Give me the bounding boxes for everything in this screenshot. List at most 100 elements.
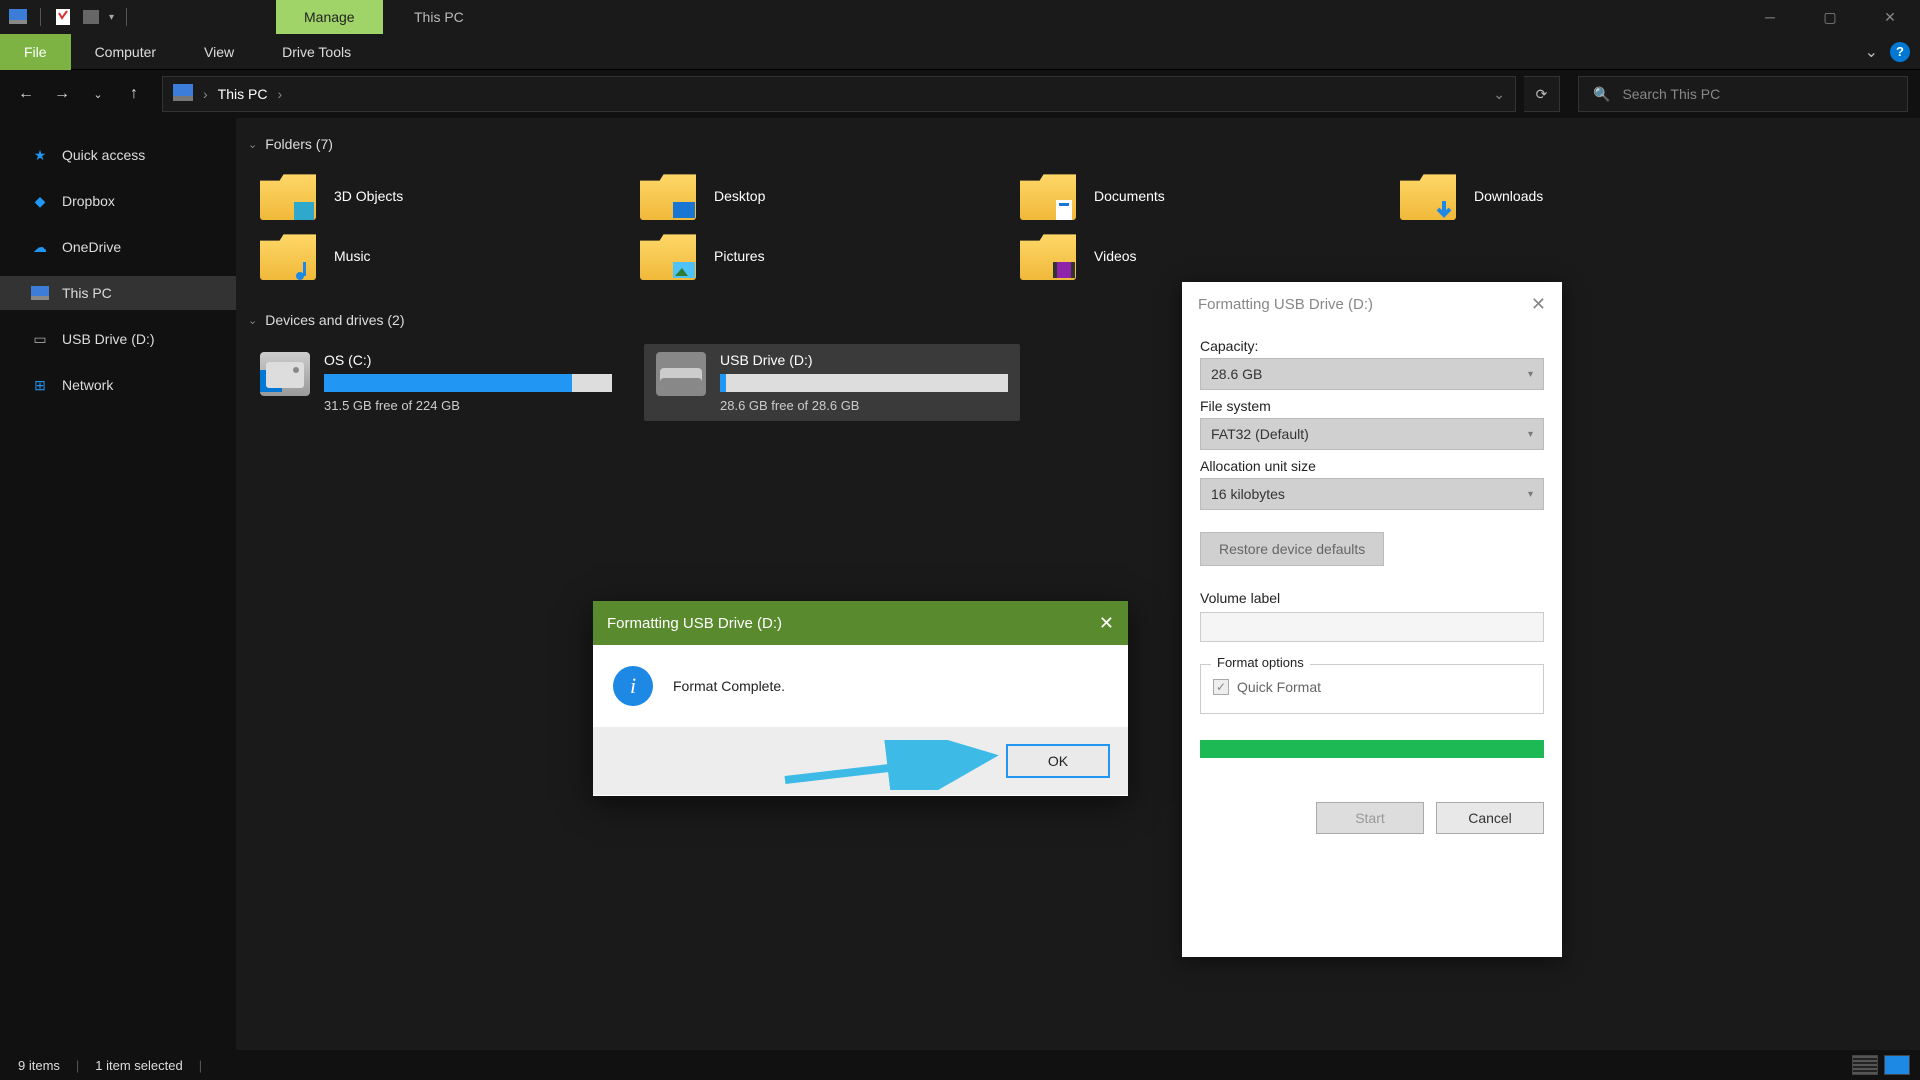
ribbon-tab-view[interactable]: View [180, 34, 258, 70]
quick-format-checkbox[interactable]: ✓Quick Format [1213, 679, 1531, 695]
minimize-button[interactable]: ─ [1740, 0, 1800, 34]
sidebar-item-usb-drive[interactable]: ▭USB Drive (D:) [0, 322, 236, 356]
filesystem-select[interactable]: FAT32 (Default)▾ [1200, 418, 1544, 450]
drive-free-text: 31.5 GB free of 224 GB [324, 398, 612, 413]
up-button[interactable]: ↑ [120, 80, 148, 108]
folder-label: Downloads [1474, 188, 1543, 204]
close-icon[interactable]: ✕ [1099, 613, 1114, 634]
folder-icon [640, 172, 696, 220]
msgbox-titlebar[interactable]: Formatting USB Drive (D:) ✕ [593, 601, 1128, 645]
star-icon: ★ [30, 146, 50, 164]
folder-documents[interactable]: Documents [1008, 166, 1388, 226]
new-folder-icon[interactable] [81, 7, 101, 27]
capacity-select[interactable]: 28.6 GB▾ [1200, 358, 1544, 390]
breadcrumb-separator: › [203, 86, 208, 102]
allocation-select[interactable]: 16 kilobytes▾ [1200, 478, 1544, 510]
address-bar[interactable]: › This PC › ⌄ [162, 76, 1516, 112]
folder-desktop[interactable]: Desktop [628, 166, 1008, 226]
search-input[interactable] [1622, 86, 1893, 102]
maximize-button[interactable]: ▢ [1800, 0, 1860, 34]
volume-label-input[interactable] [1200, 612, 1544, 642]
ribbon-tab-computer[interactable]: Computer [71, 34, 180, 70]
network-icon: ⊞ [30, 376, 50, 394]
this-pc-icon [173, 84, 193, 104]
drive-usage-bar [324, 374, 612, 392]
format-dialog-titlebar[interactable]: Formatting USB Drive (D:) ✕ [1182, 282, 1562, 326]
app-icon[interactable] [8, 7, 28, 27]
chevron-down-icon: ⌄ [248, 314, 257, 327]
drive-usb-d[interactable]: USB Drive (D:) 28.6 GB free of 28.6 GB [644, 344, 1020, 421]
manage-context-tab[interactable]: Manage [276, 0, 383, 34]
start-button[interactable]: Start [1316, 802, 1424, 834]
recent-dropdown-icon[interactable]: ⌄ [84, 80, 112, 108]
forward-button[interactable]: → [48, 80, 76, 108]
tiles-view-button[interactable] [1884, 1055, 1910, 1075]
refresh-button[interactable]: ⟳ [1524, 76, 1560, 112]
msgbox-message: Format Complete. [673, 678, 785, 694]
sidebar-item-label: Dropbox [62, 193, 115, 209]
folder-icon [260, 172, 316, 220]
close-button[interactable]: ✕ [1860, 0, 1920, 34]
dialog-title: Formatting USB Drive (D:) [1198, 296, 1373, 313]
ok-button[interactable]: OK [1006, 744, 1110, 778]
folder-label: Documents [1094, 188, 1165, 204]
sidebar-item-quick-access[interactable]: ★ Quick access [0, 138, 236, 172]
select-value: 28.6 GB [1211, 366, 1262, 382]
ribbon-tab-drive-tools[interactable]: Drive Tools [258, 34, 375, 70]
sidebar-item-label: Network [62, 377, 113, 393]
sidebar-item-this-pc[interactable]: This PC [0, 276, 236, 310]
folder-music[interactable]: Music [248, 226, 628, 286]
filesystem-label: File system [1200, 398, 1544, 414]
pc-icon [30, 284, 50, 302]
address-dropdown-icon[interactable]: ⌄ [1493, 86, 1505, 103]
file-menu[interactable]: File [0, 34, 71, 70]
window-title: This PC [394, 0, 484, 34]
folder-label: Pictures [714, 248, 765, 264]
sidebar-item-dropbox[interactable]: ◆Dropbox [0, 184, 236, 218]
restore-defaults-button[interactable]: Restore device defaults [1200, 532, 1384, 566]
status-item-count: 9 items [18, 1058, 60, 1073]
drives-group-header[interactable]: ⌄Devices and drives (2) [248, 306, 1920, 334]
breadcrumb-separator[interactable]: › [277, 86, 282, 102]
title-bar: ▾ Manage This PC ─ ▢ ✕ [0, 0, 1920, 34]
sidebar-item-network[interactable]: ⊞ Network [0, 368, 236, 402]
status-bar: 9 items | 1 item selected | [0, 1050, 1920, 1080]
properties-icon[interactable] [53, 7, 73, 27]
sidebar-item-label: This PC [62, 285, 112, 301]
close-icon[interactable]: ✕ [1531, 294, 1546, 315]
folder-videos[interactable]: Videos [1008, 226, 1388, 286]
sidebar-item-label: OneDrive [62, 239, 121, 255]
folder-icon [1400, 172, 1456, 220]
drives-row: OS (C:) 31.5 GB free of 224 GB USB Drive… [248, 334, 1920, 431]
drive-free-text: 28.6 GB free of 28.6 GB [720, 398, 1008, 413]
search-icon: 🔍 [1593, 86, 1610, 103]
folders-grid: 3D Objects Desktop Documents Downloads M… [248, 158, 1920, 306]
separator: | [199, 1058, 202, 1073]
window-controls: ─ ▢ ✕ [1740, 0, 1920, 34]
content-pane: ⌄Folders (7) 3D Objects Desktop Document… [236, 118, 1920, 1050]
main-area: ★ Quick access ◆Dropbox ☁OneDrive This PC… [0, 118, 1920, 1050]
ribbon: File Computer View Drive Tools ⌄ ? [0, 34, 1920, 70]
breadcrumb-location[interactable]: This PC [218, 86, 268, 102]
drive-label: OS (C:) [324, 352, 612, 368]
sidebar-item-label: Quick access [62, 147, 145, 163]
chevron-down-icon: ⌄ [248, 138, 257, 151]
search-box[interactable]: 🔍 [1578, 76, 1908, 112]
format-progress-bar [1200, 740, 1544, 758]
qat-dropdown-icon[interactable]: ▾ [109, 12, 114, 23]
sidebar-item-onedrive[interactable]: ☁OneDrive [0, 230, 236, 264]
details-view-button[interactable] [1852, 1055, 1878, 1075]
drive-os-c[interactable]: OS (C:) 31.5 GB free of 224 GB [248, 344, 624, 421]
folder-icon [640, 232, 696, 280]
cancel-button[interactable]: Cancel [1436, 802, 1544, 834]
folder-downloads[interactable]: Downloads [1388, 166, 1768, 226]
drive-icon [656, 352, 706, 396]
folder-3d-objects[interactable]: 3D Objects [248, 166, 628, 226]
folders-group-header[interactable]: ⌄Folders (7) [248, 130, 1920, 158]
ribbon-collapse-icon[interactable]: ⌄ [1865, 42, 1878, 62]
folder-label: Videos [1094, 248, 1137, 264]
help-icon[interactable]: ? [1890, 42, 1910, 62]
folder-pictures[interactable]: Pictures [628, 226, 1008, 286]
allocation-label: Allocation unit size [1200, 458, 1544, 474]
back-button[interactable]: ← [12, 80, 40, 108]
